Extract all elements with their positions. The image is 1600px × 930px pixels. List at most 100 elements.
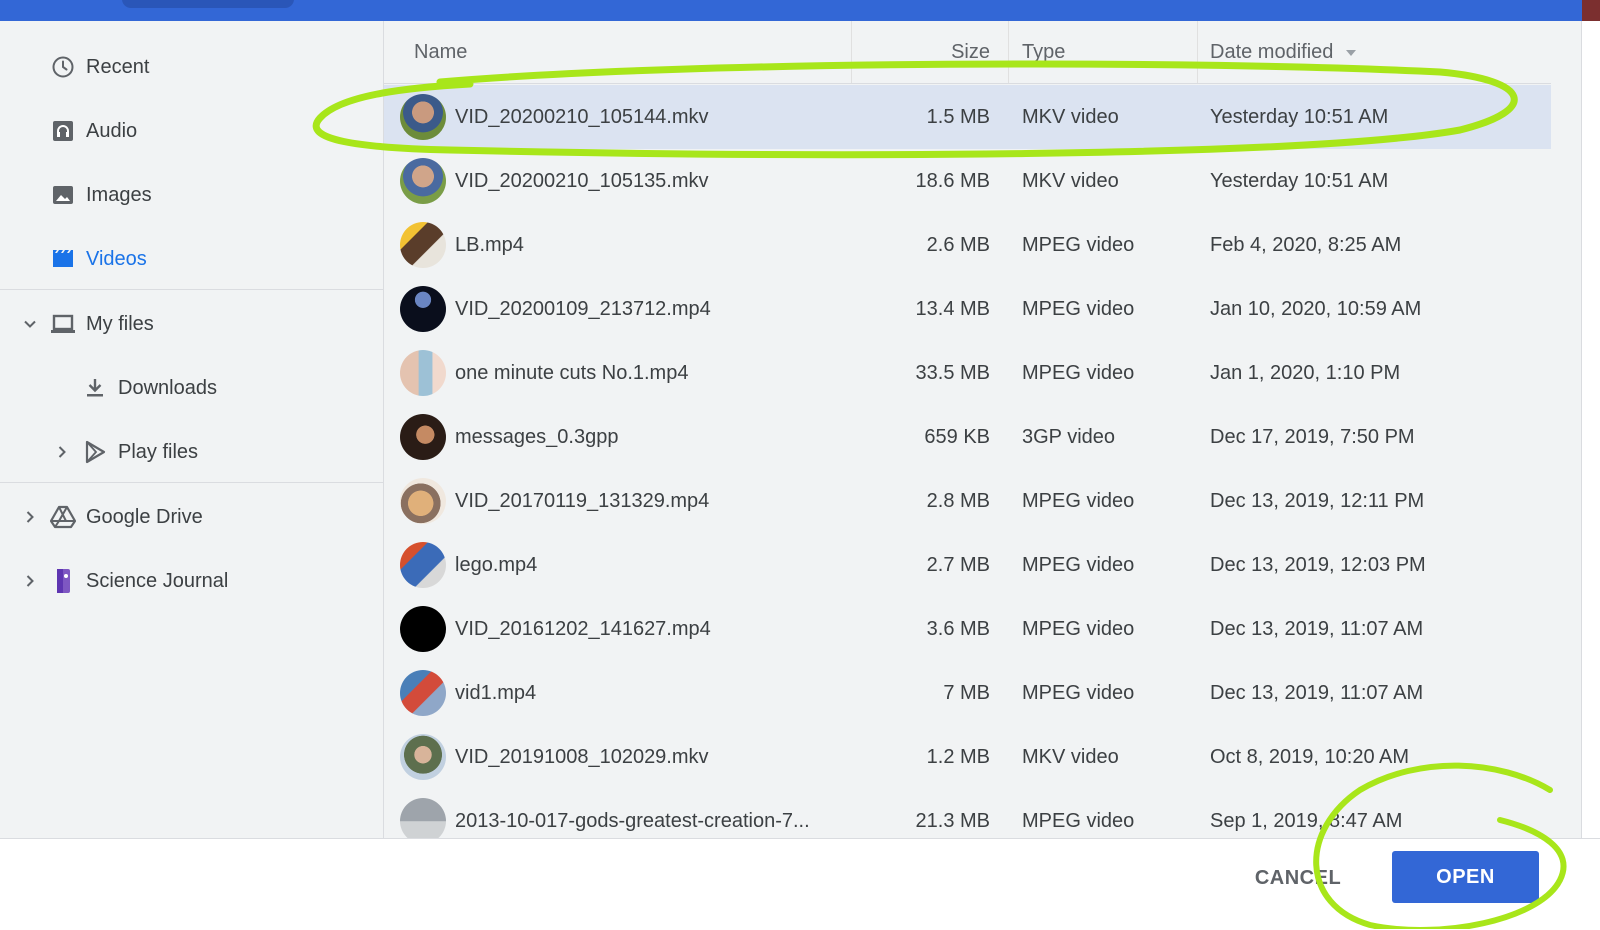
file-date: Jan 1, 2020, 1:10 PM bbox=[1210, 362, 1401, 384]
table-row[interactable]: VID_20200210_105144.mkv 1.5 MB MKV video Ye… bbox=[384, 85, 1551, 149]
sidebar-item-label: Images bbox=[86, 183, 152, 206]
table-row[interactable]: VID_20170119_131329.mp4 2.8 MB MPEG video D… bbox=[384, 469, 1551, 533]
laptop-icon bbox=[50, 311, 76, 337]
file-name: VID_20200210_105135.mkv bbox=[455, 170, 709, 192]
file-size: 1.2 MB bbox=[926, 746, 990, 768]
chevron-right-icon[interactable] bbox=[52, 442, 72, 462]
file-type: MPEG video bbox=[1022, 362, 1135, 384]
video-thumbnail bbox=[400, 478, 446, 524]
file-name: 2013-10-017-gods-greatest-creation-7... bbox=[455, 810, 810, 832]
file-type: MPEG video bbox=[1022, 298, 1135, 320]
file-type: MKV video bbox=[1022, 106, 1119, 128]
file-name: VID_20170119_131329.mp4 bbox=[455, 490, 710, 512]
sidebar-item-downloads[interactable]: Downloads bbox=[0, 360, 383, 416]
cancel-button[interactable]: CANCEL bbox=[1238, 857, 1358, 899]
sidebar-item-label: Downloads bbox=[118, 376, 217, 399]
column-header-size[interactable]: Size bbox=[951, 41, 990, 64]
file-type: MPEG video bbox=[1022, 810, 1135, 832]
file-size: 3.6 MB bbox=[926, 618, 990, 640]
file-date: Dec 13, 2019, 12:11 PM bbox=[1210, 490, 1425, 512]
table-row[interactable]: VID_20200210_105135.mkv 18.6 MB MKV video Y… bbox=[384, 149, 1551, 213]
file-date: Jan 10, 2020, 10:59 AM bbox=[1210, 298, 1422, 320]
table-header: Name Size Type Date modified bbox=[384, 21, 1551, 84]
video-thumbnail bbox=[400, 286, 446, 332]
video-thumbnail bbox=[400, 414, 446, 460]
scrollbar[interactable] bbox=[1581, 21, 1600, 841]
file-type: MPEG video bbox=[1022, 618, 1135, 640]
video-thumbnail bbox=[400, 350, 446, 396]
file-list: Name Size Type Date modified VID_2020021… bbox=[384, 21, 1551, 841]
video-icon bbox=[50, 246, 76, 272]
file-size: 33.5 MB bbox=[915, 362, 990, 384]
video-thumbnail bbox=[400, 798, 446, 841]
sidebar: Recent Audio Images Videos My files Down… bbox=[0, 21, 384, 841]
dialog-footer: CANCEL OPEN bbox=[0, 838, 1600, 930]
video-thumbnail bbox=[400, 158, 446, 204]
open-button[interactable]: OPEN bbox=[1392, 851, 1539, 903]
file-name: LB.mp4 bbox=[455, 234, 524, 256]
sidebar-item-audio[interactable]: Audio bbox=[0, 103, 383, 159]
column-header-date[interactable]: Date modified bbox=[1210, 41, 1357, 64]
file-size: 659 KB bbox=[924, 426, 990, 448]
table-row[interactable]: LB.mp4 2.6 MB MPEG video Feb 4, 2020, 8:25 … bbox=[384, 213, 1551, 277]
sidebar-item-my-files[interactable]: My files bbox=[0, 296, 383, 352]
file-size: 13.4 MB bbox=[915, 298, 990, 320]
divider bbox=[0, 482, 383, 483]
table-row[interactable]: VID_20161202_141627.mp4 3.6 MB MPEG video D… bbox=[384, 597, 1551, 661]
sort-arrow-icon bbox=[1345, 49, 1356, 56]
table-row[interactable]: 2013-10-017-gods-greatest-creation-7... 2… bbox=[384, 789, 1551, 841]
table-row[interactable]: lego.mp4 2.7 MB MPEG video Dec 13, 2019, 12… bbox=[384, 533, 1551, 597]
column-header-type[interactable]: Type bbox=[1022, 41, 1065, 64]
file-date: Dec 17, 2019, 7:50 PM bbox=[1210, 426, 1415, 448]
sidebar-item-images[interactable]: Images bbox=[0, 167, 383, 223]
file-size: 18.6 MB bbox=[915, 170, 990, 192]
file-name: one minute cuts No.1.mp4 bbox=[455, 362, 689, 384]
table-row[interactable]: messages_0.3gpp 659 KB 3GP video Dec 17, 20… bbox=[384, 405, 1551, 469]
file-name: VID_20200109_213712.mp4 bbox=[455, 298, 711, 320]
file-date: Dec 13, 2019, 11:07 AM bbox=[1210, 682, 1424, 704]
video-thumbnail bbox=[400, 606, 446, 652]
sidebar-item-google-drive[interactable]: Google Drive bbox=[0, 489, 383, 545]
sidebar-item-label: Recent bbox=[86, 55, 150, 78]
table-row[interactable]: VID_20200109_213712.mp4 13.4 MB MPEG video… bbox=[384, 277, 1551, 341]
video-thumbnail bbox=[400, 670, 446, 716]
chevron-right-icon[interactable] bbox=[20, 571, 40, 591]
sidebar-item-videos[interactable]: Videos bbox=[0, 231, 383, 287]
file-name: messages_0.3gpp bbox=[455, 426, 619, 448]
title-bar-tab bbox=[122, 0, 294, 8]
file-name: lego.mp4 bbox=[455, 554, 538, 576]
sidebar-item-label: My files bbox=[86, 312, 154, 335]
file-date: Yesterday 10:51 AM bbox=[1210, 106, 1389, 128]
file-name: VID_20161202_141627.mp4 bbox=[455, 618, 711, 640]
file-type: 3GP video bbox=[1022, 426, 1116, 448]
sidebar-item-label: Audio bbox=[86, 119, 138, 142]
column-divider[interactable] bbox=[1008, 21, 1009, 83]
file-type: MKV video bbox=[1022, 746, 1119, 768]
divider bbox=[0, 289, 383, 290]
file-size: 2.6 MB bbox=[926, 234, 990, 256]
title-bar bbox=[0, 0, 1600, 21]
column-divider[interactable] bbox=[1197, 21, 1198, 83]
google-drive-icon bbox=[50, 504, 76, 530]
sidebar-item-play-files[interactable]: Play files bbox=[0, 424, 383, 480]
file-date: Feb 4, 2020, 8:25 AM bbox=[1210, 234, 1402, 256]
file-date: Sep 1, 2019, 8:47 AM bbox=[1210, 810, 1403, 832]
chevron-right-icon[interactable] bbox=[20, 507, 40, 527]
file-date: Dec 13, 2019, 12:03 PM bbox=[1210, 554, 1426, 576]
file-name: VID_20200210_105144.mkv bbox=[455, 106, 709, 128]
sidebar-item-label: Science Journal bbox=[86, 569, 229, 592]
chevron-down-icon[interactable] bbox=[20, 314, 40, 334]
column-header-name[interactable]: Name bbox=[414, 41, 467, 64]
sidebar-item-science-journal[interactable]: Science Journal bbox=[0, 553, 383, 609]
table-row[interactable]: vid1.mp4 7 MB MPEG video Dec 13, 2019, 11:0… bbox=[384, 661, 1551, 725]
clock-icon bbox=[50, 54, 76, 80]
sidebar-item-label: Play files bbox=[118, 440, 199, 463]
file-type: MPEG video bbox=[1022, 554, 1135, 576]
sidebar-item-recent[interactable]: Recent bbox=[0, 39, 383, 95]
table-row[interactable]: one minute cuts No.1.mp4 33.5 MB MPEG vide… bbox=[384, 341, 1551, 405]
table-row[interactable]: VID_20191008_102029.mkv 1.2 MB MKV video Oc… bbox=[384, 725, 1551, 789]
image-icon bbox=[50, 182, 76, 208]
column-header-date-label: Date modified bbox=[1210, 41, 1334, 63]
file-size: 1.5 MB bbox=[926, 106, 990, 128]
column-divider[interactable] bbox=[851, 21, 852, 83]
